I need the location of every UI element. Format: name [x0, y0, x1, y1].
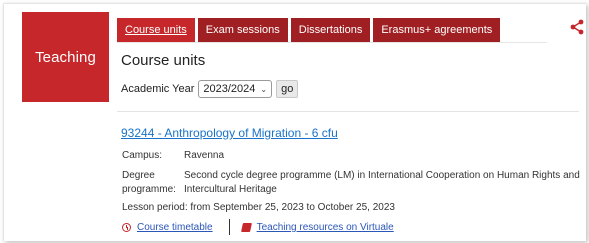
degree-value-cont: Intercultural Heritage — [184, 184, 277, 195]
page-frame: Teaching Course units Exam sessions Diss… — [3, 3, 586, 241]
tab-course-units[interactable]: Course units — [117, 18, 195, 42]
page-title: Course units — [121, 52, 206, 69]
chevron-down-icon: ⌄ — [260, 84, 268, 94]
share-icon[interactable] — [569, 19, 585, 35]
tab-erasmus-agreements[interactable]: Erasmus+ agreements — [373, 18, 501, 42]
tab-bar: Course units Exam sessions Dissertations… — [117, 18, 501, 42]
course-timetable-item: Course timetable — [122, 222, 213, 233]
tab-bar-divider — [117, 42, 547, 43]
go-button[interactable]: go — [276, 80, 299, 98]
course-links: Course timetable Teaching resources on V… — [122, 219, 394, 235]
academic-year-label: Academic Year — [121, 83, 195, 95]
link-divider — [228, 219, 230, 235]
academic-year-value: 2023/2024 — [203, 83, 256, 95]
academic-year-filter: Academic Year 2023/2024 ⌄ go — [121, 80, 299, 98]
clock-icon — [122, 222, 131, 232]
degree-value: Second cycle degree programme (LM) in In… — [184, 170, 580, 181]
course-timetable-link[interactable]: Course timetable — [137, 222, 213, 233]
degree-label-cont: programme: — [122, 184, 176, 195]
teaching-resources-item: Teaching resources on Virtuale — [240, 222, 394, 233]
divider — [117, 111, 579, 112]
teaching-resources-link[interactable]: Teaching resources on Virtuale — [257, 222, 394, 233]
book-icon — [240, 222, 252, 232]
degree-label: Degree — [122, 170, 155, 181]
section-title: Teaching — [35, 48, 96, 66]
academic-year-select[interactable]: 2023/2024 ⌄ — [198, 80, 273, 98]
course-title-link[interactable]: 93244 - Anthropology of Migration - 6 cf… — [121, 126, 338, 140]
section-title-box: Teaching — [22, 12, 109, 102]
campus-label: Campus: — [122, 150, 163, 161]
campus-value: Ravenna — [184, 150, 225, 161]
lesson-period: Lesson period: from September 25, 2023 t… — [122, 202, 395, 213]
tab-exam-sessions[interactable]: Exam sessions — [197, 18, 288, 42]
tab-dissertations[interactable]: Dissertations — [290, 18, 371, 42]
